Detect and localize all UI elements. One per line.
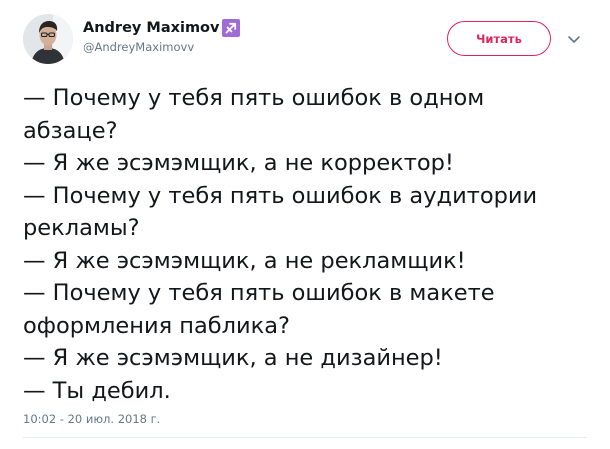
sagittarius-icon: [222, 19, 241, 37]
avatar[interactable]: [23, 14, 73, 64]
tweet-text: — Почему у тебя пять ошибок в одном абза…: [23, 82, 603, 407]
follow-button[interactable]: Читать: [447, 21, 551, 56]
tweet-text-line: оформления паблика?: [23, 312, 290, 339]
tweet-text-line: — Почему у тебя пять ошибок в одном: [23, 85, 485, 111]
tweet-text-line: — Я же эсэмэмщик, а не рекламщик!: [23, 247, 466, 274]
tweet-text-line: — Почему у тебя пять ошибок в макете: [23, 280, 495, 306]
author-handle[interactable]: @AndreyMaximovv: [83, 40, 194, 54]
avatar-photo: [23, 14, 73, 64]
chevron-down-icon[interactable]: [566, 34, 582, 46]
tweet-text-line: — Ты дебил.: [23, 377, 171, 404]
tweet-text-line: — Я же эсэмэмщик, а не корректор!: [23, 150, 454, 176]
divider: [23, 437, 587, 438]
author-display-name[interactable]: Andrey Maximov: [83, 20, 219, 36]
author-name-row[interactable]: Andrey Maximov: [83, 18, 241, 38]
tweet: Andrey Maximov @AndreyMaximovv Читать — …: [0, 0, 610, 449]
tweet-text-line: абзаце?: [23, 117, 118, 144]
tweet-timestamp[interactable]: 10:02 - 20 июл. 2018 г.: [23, 412, 160, 426]
tweet-text-line: рекламы?: [23, 215, 140, 241]
tweet-text-line: — Почему у тебя пять ошибок в аудитории: [23, 182, 538, 209]
tweet-text-line: — Я же эсэмэмщик, а не дизайнер!: [23, 345, 443, 371]
